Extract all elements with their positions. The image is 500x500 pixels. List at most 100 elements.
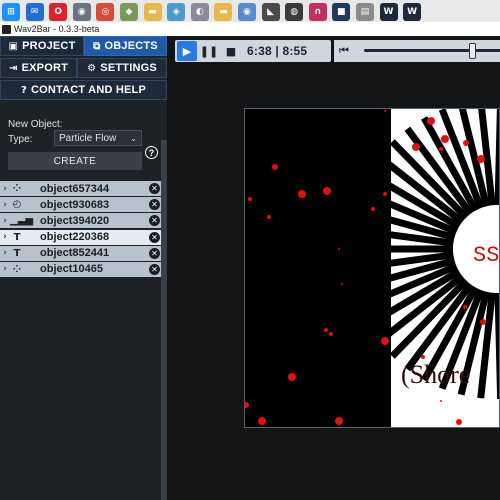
tab-settings[interactable]: ⚙ SETTINGS — [77, 58, 167, 78]
create-button[interactable]: CREATE — [8, 152, 142, 170]
particle — [298, 190, 306, 198]
expand-arrow-icon[interactable]: › — [0, 200, 10, 210]
object-list-item[interactable]: › ⁘ object10465 ✕ — [0, 261, 167, 277]
particle — [381, 337, 389, 345]
close-icon[interactable]: ✕ — [149, 263, 160, 275]
object-list-item[interactable]: › Tobject220368 ✕ — [0, 229, 167, 245]
opera-icon[interactable]: O — [49, 3, 68, 21]
new-object-heading: New Object: — [8, 119, 63, 130]
object-list-item[interactable]: › ⁘ object657344 ✕ — [0, 181, 167, 196]
camera-icon[interactable]: ◉ — [72, 3, 91, 21]
close-icon[interactable]: ✕ — [149, 199, 160, 211]
particle — [412, 143, 420, 151]
particle — [480, 319, 486, 325]
preview-area: ▶ ❚❚ ■ 6:38 | 8:55 ⏮ SS (Shore — [167, 36, 500, 500]
tab-objects-label: OBJECTS — [104, 40, 158, 52]
close-icon[interactable]: ✕ — [149, 247, 160, 259]
play-button[interactable]: ▶ — [177, 41, 197, 61]
text-icon: T — [13, 231, 21, 243]
tab-project[interactable]: ▣ PROJECT — [0, 36, 84, 56]
particle — [258, 417, 266, 425]
pause-button[interactable]: ❚❚ — [199, 41, 219, 61]
particle — [463, 140, 469, 146]
canvas-black-overlay — [245, 109, 391, 427]
particle — [324, 328, 328, 332]
app-icon[interactable]: ■ — [332, 3, 351, 21]
particle — [338, 248, 340, 250]
object-name: object852441 — [40, 247, 110, 260]
stop-button[interactable]: ■ — [221, 41, 241, 61]
object-list: › ⁘ object657344 ✕ › ◴ object930683 ✕ › ▁▃▅ object… — [0, 181, 167, 278]
visualizer-svg: SS (Shore — [245, 109, 499, 427]
object-list-item[interactable]: › ◴ object930683 ✕ — [0, 197, 167, 213]
playback-controls: ▶ ❚❚ ■ 6:38 | 8:55 — [175, 40, 331, 62]
app-icon[interactable]: ◆ — [119, 3, 138, 21]
window-title: Wav2Bar - 0.3.3-beta — [14, 24, 100, 34]
close-icon[interactable]: ✕ — [149, 183, 160, 194]
windows-start-icon[interactable]: ⊞ — [2, 3, 20, 21]
particle — [384, 110, 386, 112]
particle — [323, 187, 331, 195]
expand-arrow-icon[interactable]: › — [0, 232, 10, 242]
particle — [427, 117, 435, 125]
window-titlebar: Wav2Bar - 0.3.3-beta — [0, 22, 500, 36]
text-icon: T — [13, 247, 21, 259]
particle-icon: ⁘ — [12, 183, 22, 194]
alien-icon[interactable]: ◣ — [261, 3, 280, 21]
app-icon[interactable]: ◉ — [237, 3, 256, 21]
visualizer-canvas: SS (Shore — [244, 108, 500, 428]
object-list-item[interactable]: › ▁▃▅ object394020 ✕ — [0, 213, 167, 229]
wav2bar-icon[interactable]: W — [403, 3, 422, 21]
object-list-item[interactable]: › Tobject852441 ✕ — [0, 245, 167, 261]
visualizer-text-bottom: (Shore — [401, 360, 470, 389]
visualizer-text-top: SS — [473, 243, 499, 268]
expand-arrow-icon[interactable]: › — [0, 248, 10, 258]
object-name: object930683 — [40, 198, 110, 211]
particle — [421, 355, 425, 359]
expand-arrow-icon[interactable]: › — [0, 216, 10, 226]
object-type-select[interactable]: Particle Flow ⌄ — [54, 130, 142, 146]
particle — [272, 164, 278, 170]
folder-icon[interactable]: ▬ — [214, 3, 233, 21]
help-circle-icon: ? — [20, 84, 27, 96]
app-icon[interactable]: ◈ — [167, 3, 186, 21]
tab-contact-help[interactable]: ? CONTACT AND HELP — [0, 80, 167, 100]
skip-start-button[interactable]: ⏮ — [339, 44, 349, 58]
app-icon[interactable]: ◍ — [285, 3, 304, 21]
bars-icon: ▁▃▅ — [10, 215, 34, 227]
chrome-icon[interactable]: ◎ — [96, 3, 115, 21]
close-icon[interactable]: ✕ — [149, 215, 160, 227]
object-name: object220368 — [40, 231, 110, 244]
app-root: ▣ PROJECT ⧉ OBJECTS ⇥ EXPORT ⚙ SETTINGS … — [0, 36, 500, 500]
particle-icon: ⁘ — [12, 263, 22, 275]
object-name: object10465 — [40, 263, 103, 276]
app-icon[interactable]: ◐ — [190, 3, 209, 21]
object-name: object657344 — [40, 182, 110, 195]
mail-icon[interactable]: ✉ — [25, 3, 44, 21]
tab-export[interactable]: ⇥ EXPORT — [0, 58, 77, 78]
tab-objects[interactable]: ⧉ OBJECTS — [84, 36, 167, 56]
particle — [267, 215, 271, 219]
object-type-value: Particle Flow — [59, 132, 117, 144]
object-name: object394020 — [40, 214, 110, 227]
particle — [288, 373, 296, 381]
seek-thumb[interactable] — [468, 43, 476, 59]
wav2bar-icon[interactable]: W — [379, 3, 398, 21]
wav2bar-app-icon — [2, 24, 11, 34]
particle — [463, 305, 467, 309]
tab-export-label: EXPORT — [21, 62, 69, 74]
folder-icon[interactable]: ▬ — [143, 3, 162, 21]
type-label: Type: — [8, 134, 33, 145]
expand-arrow-icon[interactable]: › — [0, 184, 10, 194]
tab-contact-label: CONTACT AND HELP — [30, 84, 147, 96]
particle — [456, 419, 462, 425]
seek-track[interactable] — [364, 49, 500, 52]
time-display: 6:38 | 8:55 — [247, 44, 308, 58]
help-button[interactable]: ? — [145, 146, 158, 159]
project-icon: ▣ — [8, 40, 19, 52]
close-icon[interactable]: ✕ — [149, 231, 160, 243]
headphones-icon[interactable]: ∩ — [308, 3, 327, 21]
expand-arrow-icon[interactable]: › — [0, 264, 10, 274]
tab-settings-label: SETTINGS — [100, 62, 157, 74]
app-icon[interactable]: ▤ — [355, 3, 374, 21]
